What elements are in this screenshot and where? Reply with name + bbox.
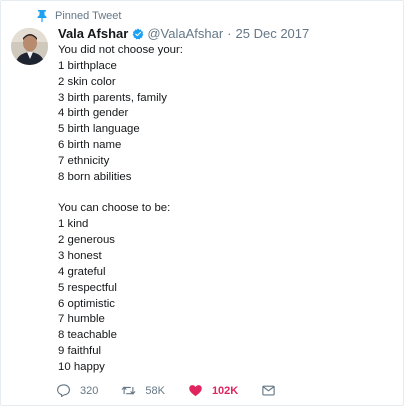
avatar[interactable] xyxy=(11,28,48,65)
tweet-line: 3 birth parents, family xyxy=(58,91,167,104)
tweet-line: 10 happy xyxy=(58,360,105,373)
tweet-line: 1 birthplace xyxy=(58,59,117,72)
pinned-label: Pinned Tweet xyxy=(55,10,122,22)
tweet-line: 4 birth gender xyxy=(58,107,129,120)
tweet-line: 6 optimistic xyxy=(58,297,115,310)
retweet-button[interactable]: 58K xyxy=(121,383,165,398)
tweet-actions: 320 58K 102K xyxy=(56,383,308,398)
tweet-text: You did not choose your: 1 birthplace 2 … xyxy=(58,43,388,376)
retweet-count: 58K xyxy=(145,384,165,397)
reply-count: 320 xyxy=(80,384,99,397)
tweet-line: You can choose to be: xyxy=(58,202,171,215)
heart-icon xyxy=(189,385,202,397)
author-name[interactable]: Vala Afshar xyxy=(58,26,128,41)
tweet-line: 4 grateful xyxy=(58,265,106,278)
tweet-line: 1 kind xyxy=(58,218,89,231)
tweet-line: 9 faithful xyxy=(58,345,102,358)
tweet-line: 3 honest xyxy=(58,249,102,262)
reply-button[interactable]: 320 xyxy=(56,383,98,398)
reply-icon xyxy=(57,384,70,397)
like-count: 102K xyxy=(211,384,239,397)
pinned-indicator: Pinned Tweet xyxy=(37,10,121,22)
like-button[interactable]: 102K xyxy=(188,383,238,398)
header-separator: · xyxy=(227,26,232,41)
tweet-line: You did not choose your: xyxy=(58,44,183,56)
avatar-image xyxy=(11,28,48,65)
tweet-line: 8 teachable xyxy=(58,329,117,342)
envelope-icon xyxy=(262,385,275,396)
tweet-line: 2 skin color xyxy=(58,75,116,88)
verified-badge-icon xyxy=(132,28,144,39)
tweet-line: 5 birth language xyxy=(58,123,140,136)
retweet-icon xyxy=(122,386,136,395)
tweet-line: 8 born abilities xyxy=(58,170,132,183)
tweet-header: Vala Afshar @ValaAfshar · 25 Dec 2017 xyxy=(58,26,309,41)
pin-icon xyxy=(37,10,47,22)
tweet-line: 5 respectful xyxy=(58,281,117,294)
tweet-line: 7 humble xyxy=(58,313,105,326)
tweet-card[interactable]: Pinned Tweet Vala Afshar @ValaAfshar · 2… xyxy=(0,0,404,406)
author-handle[interactable]: @ValaAfshar xyxy=(147,26,223,41)
tweet-date[interactable]: 25 Dec 2017 xyxy=(236,26,310,41)
direct-message-button[interactable] xyxy=(261,383,285,398)
tweet-line: 7 ethnicity xyxy=(58,154,110,167)
tweet-line: 2 generous xyxy=(58,234,115,247)
tweet-line: 6 birth name xyxy=(58,139,122,152)
